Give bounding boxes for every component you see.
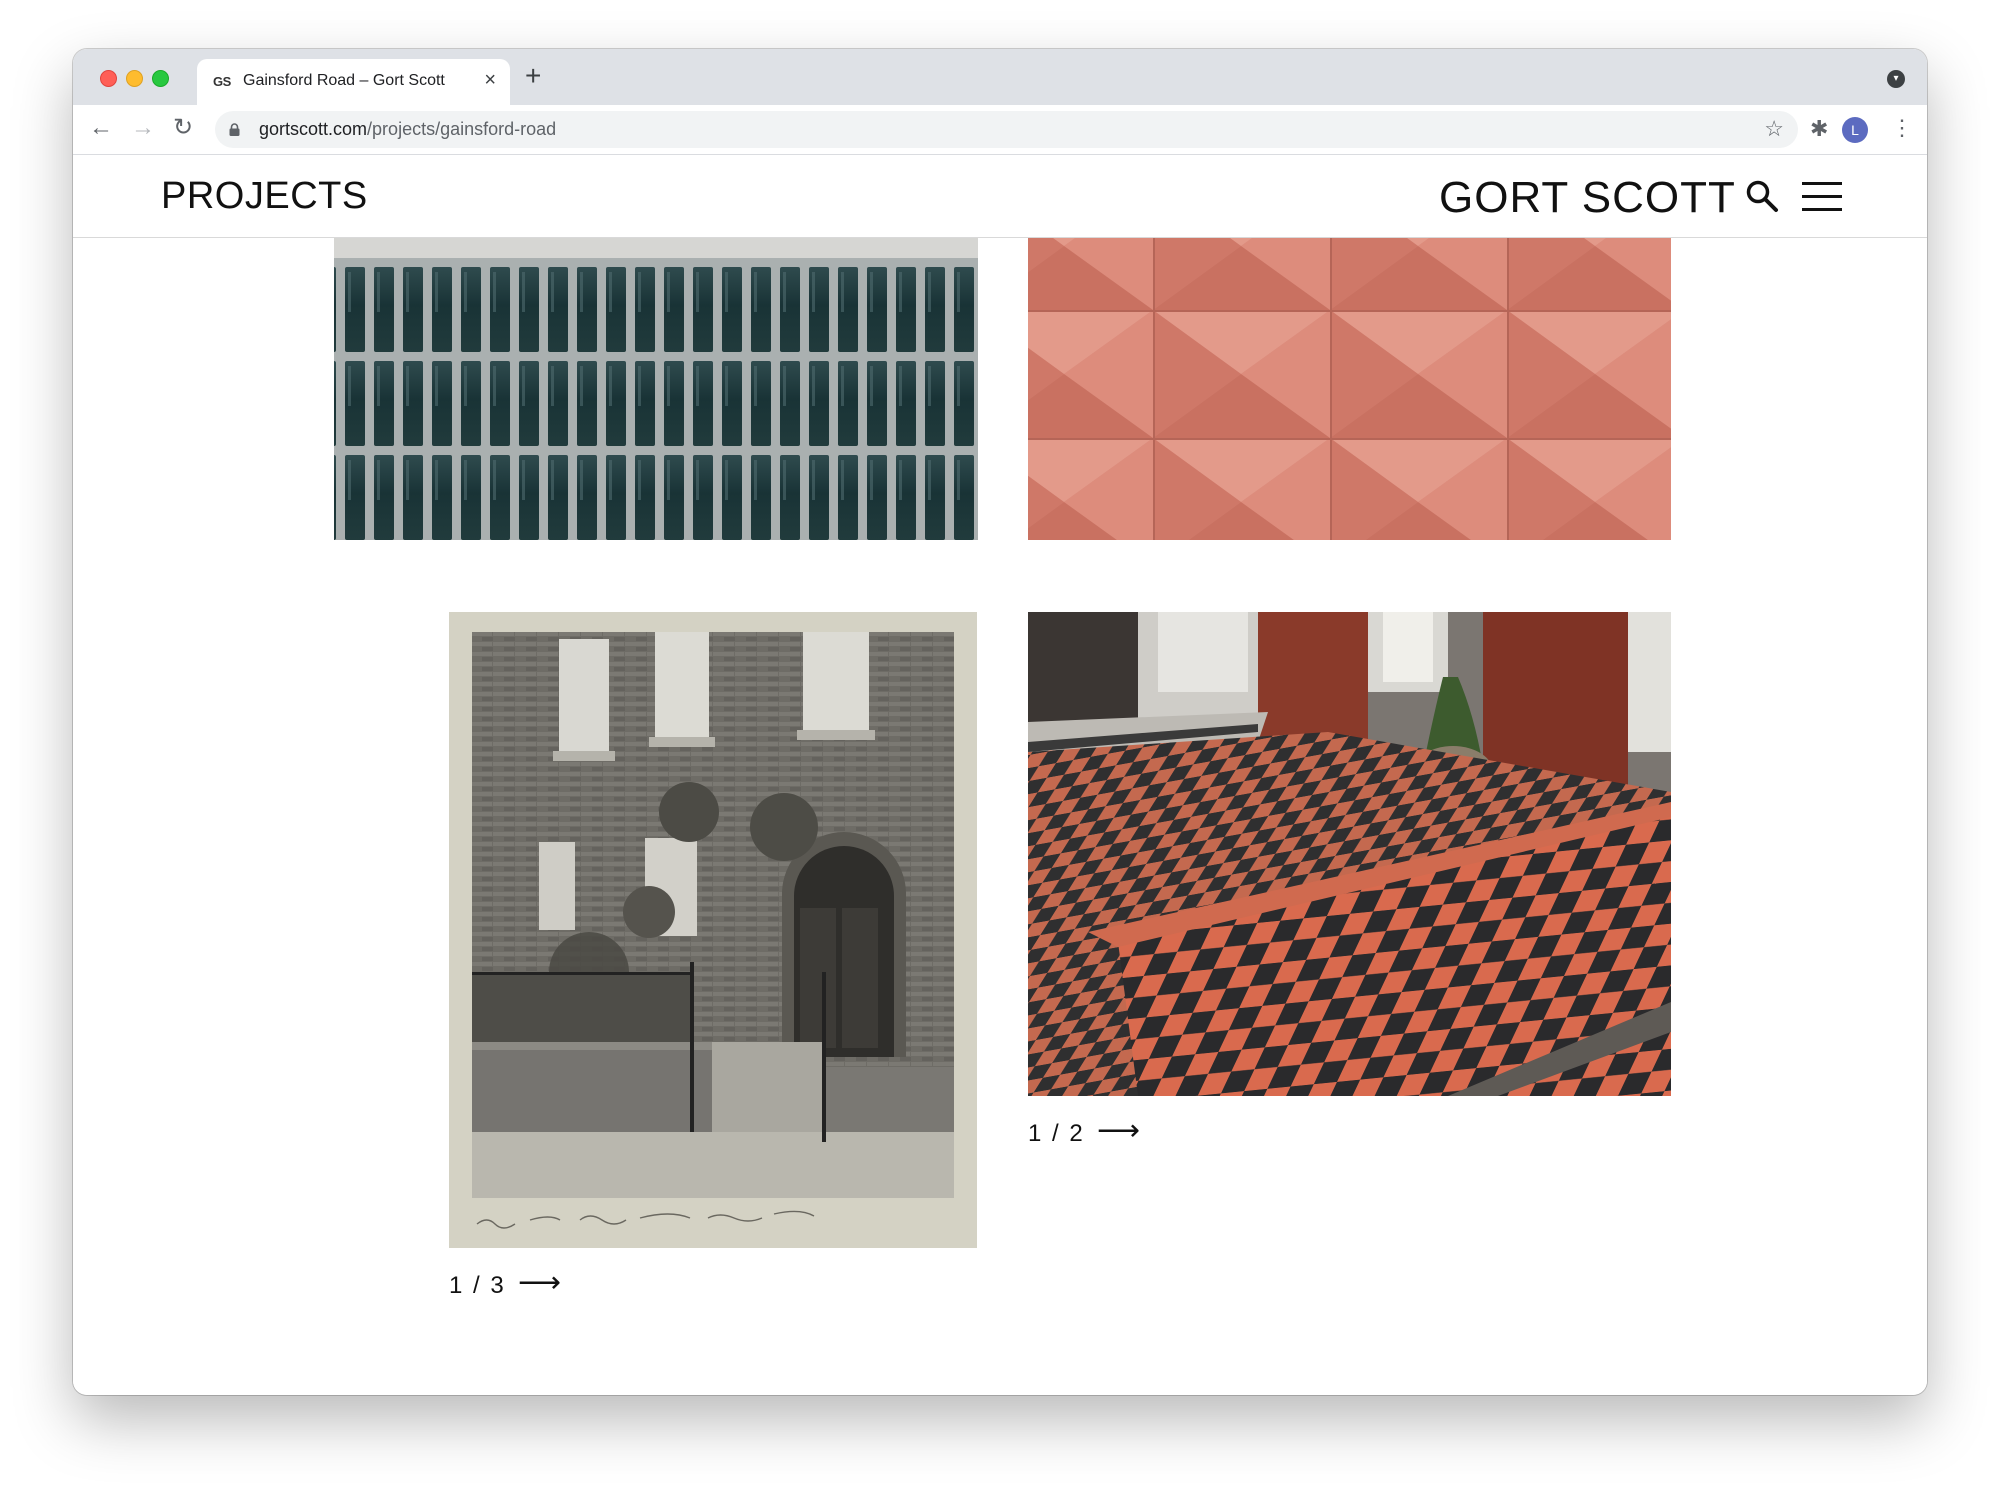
site-header: PROJECTS GORT SCOTT: [73, 155, 1927, 238]
close-tab-icon[interactable]: ×: [484, 68, 496, 92]
tab-gainsford-road[interactable]: GS Gainsford Road – Gort Scott ×: [197, 59, 510, 105]
reload-icon[interactable]: ↻: [173, 113, 193, 143]
favicon-icon: GS: [213, 74, 231, 89]
photo-glazed-brick-wall[interactable]: [334, 238, 978, 540]
zoom-window-button[interactable]: [152, 70, 169, 87]
profile-avatar[interactable]: L: [1842, 117, 1868, 143]
gallery-pager-archive: 1 / 3: [449, 1272, 506, 1299]
tab-search-icon[interactable]: ▾: [1887, 70, 1905, 88]
site-logo[interactable]: GORT SCOTT: [1439, 173, 1736, 223]
photo-checkerboard-path[interactable]: [1028, 612, 1671, 1096]
tiles-illustration: [1028, 612, 1671, 1096]
browser-menu-icon[interactable]: ⋮: [1891, 113, 1913, 143]
web-page: PROJECTS GORT SCOTT 1 / 3 ⟶ 1 / 2 ⟶: [73, 155, 1927, 1395]
lock-icon: [229, 123, 240, 136]
next-arrow-icon[interactable]: ⟶: [518, 1268, 561, 1298]
bookmark-star-icon[interactable]: ☆: [1764, 116, 1784, 142]
tab-title: Gainsford Road – Gort Scott: [243, 72, 445, 89]
close-window-button[interactable]: [100, 70, 117, 87]
extensions-puzzle-icon[interactable]: ✱: [1810, 115, 1828, 143]
back-arrow-icon[interactable]: ←: [89, 113, 113, 143]
photo-archive-sybourn-street[interactable]: [449, 612, 977, 1248]
hamburger-menu-icon[interactable]: [1802, 182, 1842, 212]
search-icon[interactable]: [1745, 179, 1779, 213]
tab-strip: GS Gainsford Road – Gort Scott × + ▾: [73, 49, 1927, 105]
url-host: gortscott.com: [259, 119, 368, 139]
gallery-pager-tiles: 1 / 2: [1028, 1120, 1085, 1147]
photo-terracotta-tiles[interactable]: [1028, 238, 1671, 540]
address-bar[interactable]: gortscott.com/projects/gainsford-road ☆: [215, 111, 1798, 148]
terracotta-pattern: [1028, 238, 1671, 540]
archive-illustration: [449, 612, 977, 1248]
url-text: gortscott.com/projects/gainsford-road: [259, 119, 556, 140]
next-arrow-icon[interactable]: ⟶: [1097, 1116, 1140, 1146]
url-path: /projects/gainsford-road: [367, 119, 557, 139]
browser-window: GS Gainsford Road – Gort Scott × + ▾ ← →…: [73, 49, 1927, 1395]
minimize-window-button[interactable]: [126, 70, 143, 87]
new-tab-icon[interactable]: +: [525, 61, 541, 91]
glazed-brick-pattern: [334, 238, 978, 540]
section-title-link[interactable]: PROJECTS: [161, 175, 368, 218]
browser-toolbar: ← → ↻ gortscott.com/projects/gainsford-r…: [73, 105, 1927, 155]
forward-arrow-icon[interactable]: →: [131, 113, 155, 143]
